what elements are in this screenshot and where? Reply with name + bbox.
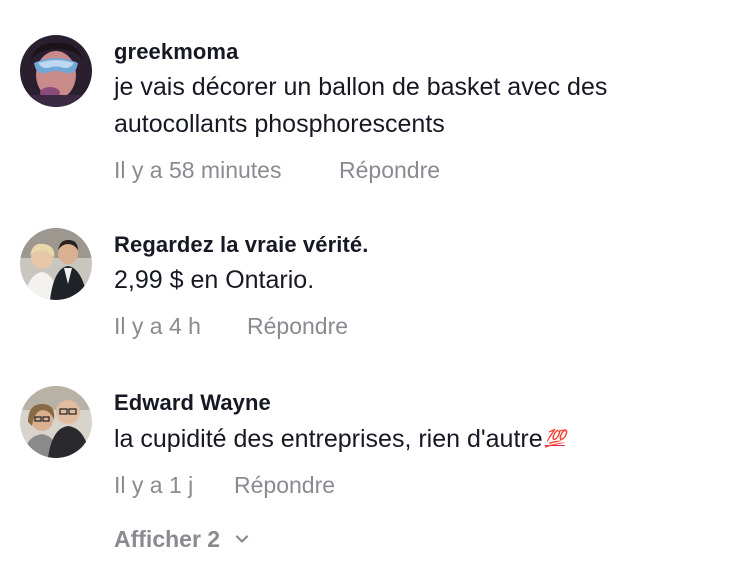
avatar[interactable] <box>20 228 92 300</box>
comment-meta: Il y a 4 h Répondre <box>114 311 720 341</box>
avatar[interactable] <box>20 35 92 107</box>
hundred-points-icon: 💯 <box>544 429 566 448</box>
avatar[interactable] <box>20 386 92 458</box>
comment-username[interactable]: Regardez la vraie vérité. <box>114 230 720 260</box>
reply-button[interactable]: Répondre <box>234 470 335 500</box>
comment-body: Edward Wayne la cupidité des entreprises… <box>114 388 720 500</box>
comment-text: je vais décorer un ballon de basket avec… <box>114 73 608 138</box>
reply-button[interactable]: Répondre <box>247 311 348 341</box>
comment-text: la cupidité des entreprises, rien d'autr… <box>114 420 720 458</box>
view-replies-label: Afficher 2 <box>114 526 221 552</box>
comment-text-content: la cupidité des entreprises, rien d'autr… <box>114 425 543 453</box>
comment-username[interactable]: Edward Wayne <box>114 388 720 418</box>
comment-meta: Il y a 1 j Répondre <box>114 470 720 500</box>
chevron-down-icon <box>235 535 249 543</box>
comment-body: Regardez la vraie vérité. 2,99 $ en Onta… <box>114 230 720 341</box>
comment-body: greekmoma je vais décorer un ballon de b… <box>114 37 720 185</box>
view-replies-button[interactable]: Afficher 2 <box>114 524 250 554</box>
comment-timestamp: Il y a 1 j <box>114 472 194 498</box>
reply-button[interactable]: Répondre <box>339 155 440 185</box>
comment-username[interactable]: greekmoma <box>114 37 720 67</box>
comment-timestamp: Il y a 4 h <box>114 313 201 339</box>
comment-text: 2,99 $ en Ontario. <box>114 266 315 294</box>
comment-timestamp: Il y a 58 minutes <box>114 157 282 183</box>
comment-meta: Il y a 58 minutes Répondre <box>114 155 720 185</box>
